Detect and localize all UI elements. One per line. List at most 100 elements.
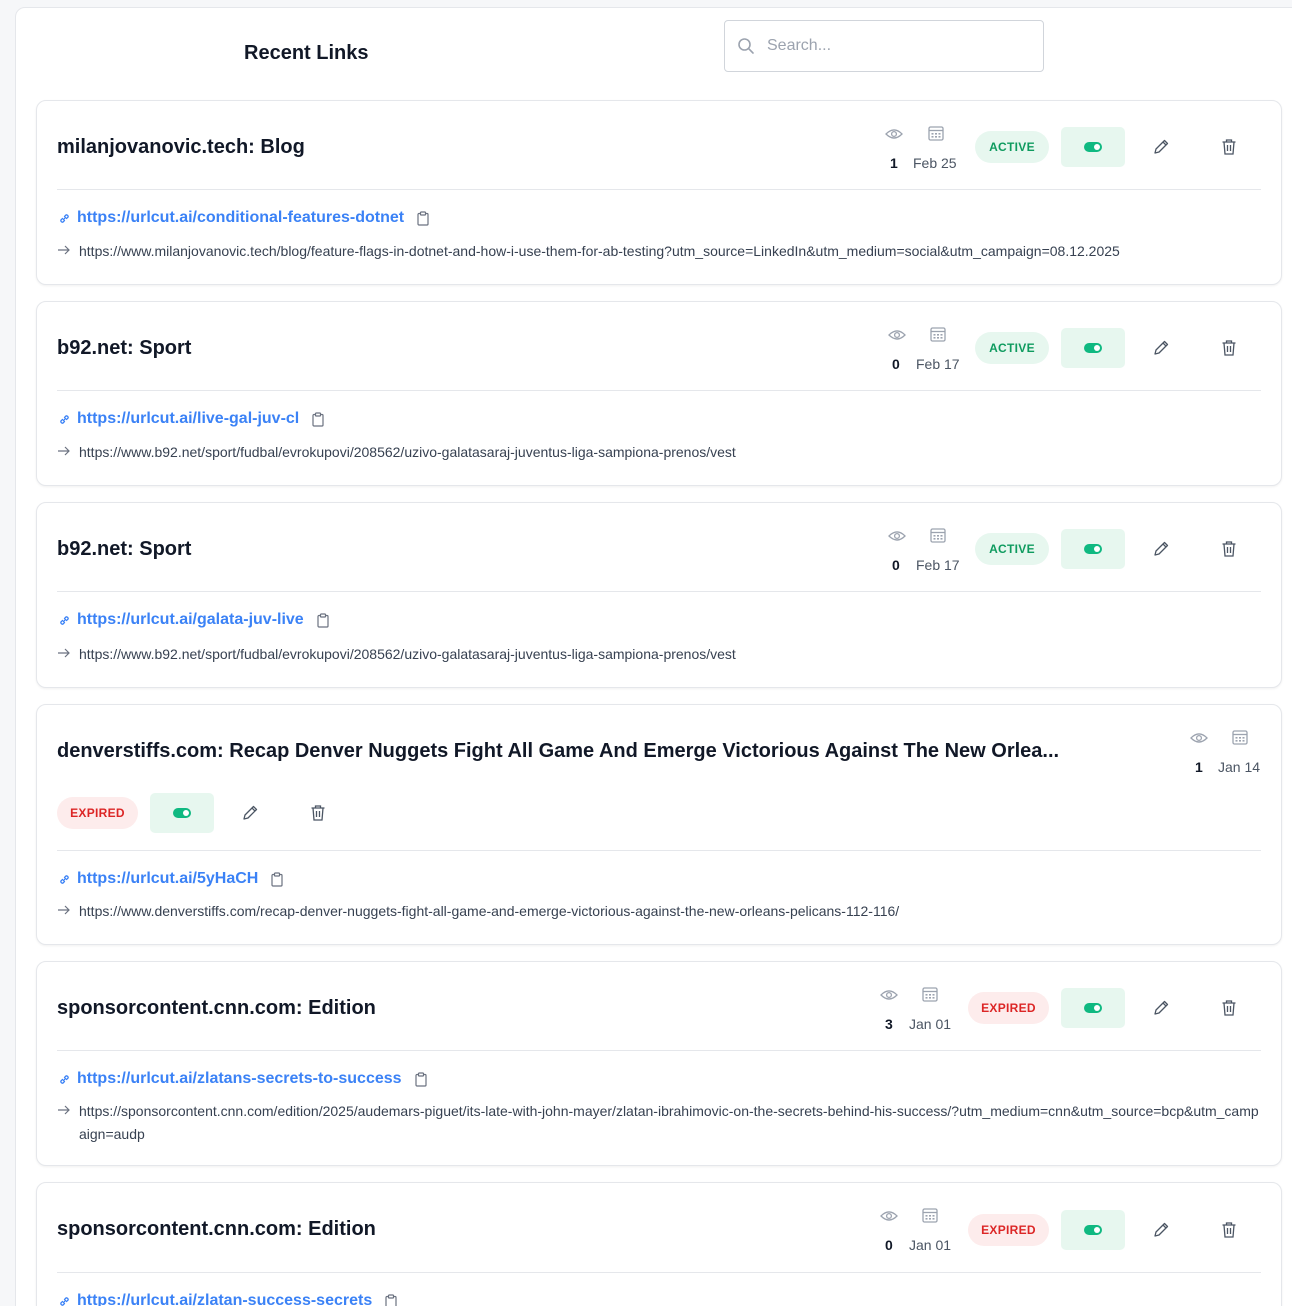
eye-icon — [880, 986, 898, 1004]
toggle-icon — [1084, 544, 1102, 554]
link-icon — [57, 872, 71, 886]
edit-button[interactable] — [1149, 537, 1173, 561]
short-link-row: https://urlcut.ai/galata-juv-live — [57, 611, 330, 629]
link-card: sponsorcontent.cnn.com: Edition 0 Jan 01… — [36, 1182, 1282, 1306]
short-link-row: https://urlcut.ai/conditional-features-d… — [57, 209, 430, 227]
views-count: 0 — [885, 1237, 893, 1253]
clipboard-icon[interactable] — [270, 871, 284, 887]
pencil-icon — [1154, 139, 1169, 154]
short-link[interactable]: https://urlcut.ai/live-gal-juv-cl — [77, 410, 299, 428]
pencil-icon — [243, 805, 258, 820]
short-link[interactable]: https://urlcut.ai/5yHaCH — [77, 870, 258, 888]
pencil-icon — [1154, 340, 1169, 355]
status-badge: ACTIVE — [975, 332, 1049, 364]
toggle-icon — [1084, 1003, 1102, 1013]
clipboard-icon[interactable] — [414, 1071, 428, 1087]
link-card: denverstiffs.com: Recap Denver Nuggets F… — [36, 704, 1282, 945]
eye-icon — [880, 1207, 898, 1225]
destination-row: https://www.milanjovanovic.tech/blog/fea… — [57, 240, 1261, 263]
edit-button[interactable] — [238, 801, 262, 825]
created-date: Jan 14 — [1218, 759, 1261, 775]
trash-icon — [1222, 1222, 1236, 1238]
divider — [57, 1272, 1261, 1273]
toggle-button[interactable] — [1061, 529, 1125, 569]
page-title: Recent Links — [244, 42, 369, 64]
divider — [57, 591, 1261, 592]
link-icon — [57, 412, 71, 426]
delete-button[interactable] — [1217, 1218, 1241, 1242]
destination-url[interactable]: https://www.milanjovanovic.tech/blog/fea… — [79, 240, 1120, 263]
link-title: milanjovanovic.tech: Blog — [57, 136, 305, 158]
link-card: b92.net: Sport 0 Feb 17 ACTIVE https://u… — [36, 301, 1282, 486]
delete-button[interactable] — [1217, 336, 1241, 360]
views-count: 1 — [1195, 759, 1203, 775]
delete-button[interactable] — [1217, 135, 1241, 159]
link-title: b92.net: Sport — [57, 538, 192, 560]
search-input[interactable] — [767, 37, 1027, 55]
status-badge: EXPIRED — [968, 992, 1049, 1024]
destination-row: https://www.b92.net/sport/fudbal/evrokup… — [57, 643, 1261, 666]
destination-url[interactable]: https://www.denverstiffs.com/recap-denve… — [79, 900, 899, 923]
toggle-button[interactable] — [1061, 127, 1125, 167]
trash-icon — [1222, 1000, 1236, 1016]
link-card: milanjovanovic.tech: Blog 1 Feb 25 ACTIV… — [36, 100, 1282, 285]
edit-button[interactable] — [1149, 336, 1173, 360]
divider — [57, 189, 1261, 190]
edit-button[interactable] — [1149, 135, 1173, 159]
destination-url[interactable]: https://sponsorcontent.cnn.com/edition/2… — [79, 1100, 1261, 1146]
calendar-icon — [921, 985, 939, 1003]
clipboard-icon[interactable] — [311, 411, 325, 427]
status-badge: ACTIVE — [975, 533, 1049, 565]
link-icon — [57, 1072, 71, 1086]
divider — [57, 390, 1261, 391]
toggle-button[interactable] — [150, 793, 214, 833]
delete-button[interactable] — [1217, 996, 1241, 1020]
link-icon — [57, 211, 71, 225]
views-count: 0 — [892, 356, 900, 372]
delete-button[interactable] — [306, 801, 330, 825]
link-title: b92.net: Sport — [57, 337, 192, 359]
toggle-button[interactable] — [1061, 988, 1125, 1028]
eye-icon — [1190, 729, 1208, 747]
status-badge: EXPIRED — [57, 797, 138, 829]
link-title: sponsorcontent.cnn.com: Edition — [57, 997, 376, 1019]
short-link[interactable]: https://urlcut.ai/galata-juv-live — [77, 611, 304, 629]
created-date: Jan 01 — [909, 1016, 952, 1032]
views-count: 3 — [885, 1016, 893, 1032]
destination-row: https://www.b92.net/sport/fudbal/evrokup… — [57, 441, 1261, 464]
edit-button[interactable] — [1149, 996, 1173, 1020]
clipboard-icon[interactable] — [384, 1293, 398, 1306]
edit-button[interactable] — [1149, 1218, 1173, 1242]
eye-icon — [888, 326, 906, 344]
status-badge: ACTIVE — [975, 131, 1049, 163]
calendar-icon — [921, 1206, 939, 1224]
link-icon — [57, 613, 71, 627]
destination-url[interactable]: https://www.b92.net/sport/fudbal/evrokup… — [79, 643, 736, 666]
toggle-button[interactable] — [1061, 1210, 1125, 1250]
created-date: Feb 17 — [916, 557, 960, 573]
short-link[interactable]: https://urlcut.ai/conditional-features-d… — [77, 209, 404, 227]
destination-row: https://sponsorcontent.cnn.com/edition/2… — [57, 1100, 1261, 1146]
divider — [57, 850, 1261, 851]
short-link-row: https://urlcut.ai/live-gal-juv-cl — [57, 410, 325, 428]
created-date: Feb 17 — [916, 356, 960, 372]
search-box[interactable] — [724, 20, 1044, 72]
pencil-icon — [1154, 1000, 1169, 1015]
arrow-right-icon — [57, 1103, 71, 1117]
search-icon — [737, 37, 755, 55]
short-link[interactable]: https://urlcut.ai/zlatans-secrets-to-suc… — [77, 1070, 402, 1088]
short-link[interactable]: https://urlcut.ai/zlatan-success-secrets — [77, 1292, 372, 1306]
trash-icon — [1222, 541, 1236, 557]
destination-url[interactable]: https://www.b92.net/sport/fudbal/evrokup… — [79, 441, 736, 464]
calendar-icon — [929, 325, 947, 343]
arrow-right-icon — [57, 243, 71, 257]
short-link-row: https://urlcut.ai/zlatan-success-secrets — [57, 1292, 398, 1306]
calendar-icon — [927, 124, 945, 142]
created-date: Jan 01 — [909, 1237, 952, 1253]
eye-icon — [885, 125, 903, 143]
clipboard-icon[interactable] — [416, 210, 430, 226]
delete-button[interactable] — [1217, 537, 1241, 561]
divider — [57, 1050, 1261, 1051]
clipboard-icon[interactable] — [316, 612, 330, 628]
toggle-button[interactable] — [1061, 328, 1125, 368]
